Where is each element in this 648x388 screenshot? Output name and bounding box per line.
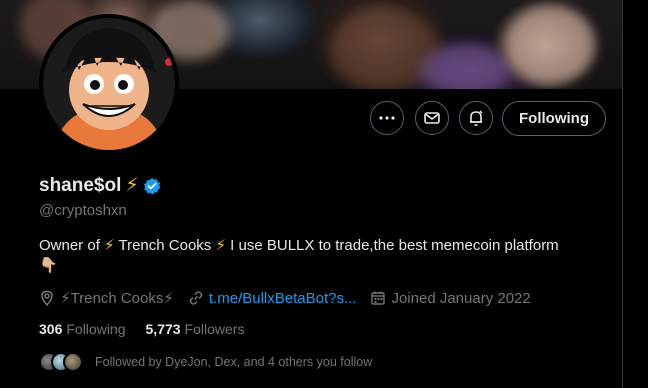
location-text: ⚡Trench Cooks⚡ (60, 290, 174, 307)
followers-label: Followers (184, 321, 245, 337)
followers-count: 5,773 (145, 321, 181, 337)
column-divider (622, 0, 623, 388)
avatar-image (43, 18, 175, 150)
location-icon (41, 290, 53, 306)
followed-by-text: Followed by DyeJon, Dex, and 4 others yo… (95, 355, 373, 369)
bio-emoji-pointing-down: 👇🏼 (39, 257, 58, 274)
profile-website[interactable]: t.me/BullxBetaBot?s... (188, 290, 357, 307)
name-emoji: ⚡ (125, 175, 139, 196)
mail-icon (424, 112, 440, 124)
bio-text: Owner of (39, 237, 105, 254)
link-icon (189, 291, 203, 305)
bio-text: I use BULLX to trade,the best memecoin p… (226, 237, 559, 254)
followers-count-link[interactable]: 5,773 Followers (146, 321, 245, 337)
verified-badge-icon (143, 177, 160, 194)
bio-emoji: ⚡ (104, 237, 115, 254)
message-button[interactable] (415, 101, 449, 135)
notifications-button[interactable] (459, 101, 493, 135)
banner-shape (420, 45, 510, 89)
followed-by[interactable]: Followed by DyeJon, Dex, and 4 others yo… (39, 352, 372, 372)
profile-name-row: shane$ol ⚡ (39, 174, 161, 197)
display-name: shane$ol (39, 174, 122, 196)
profile-joined: Joined January 2022 (370, 289, 531, 307)
following-count-link[interactable]: 306 Following (39, 321, 126, 337)
calendar-icon (371, 291, 386, 305)
profile-handle: @cryptoshxn (39, 202, 127, 219)
more-icon (379, 116, 395, 120)
following-label: Following (66, 321, 126, 337)
follower-avatar (63, 352, 83, 372)
bio-emoji: ⚡ (215, 237, 227, 254)
profile-location: ⚡Trench Cooks⚡ (39, 289, 174, 307)
profile-avatar[interactable] (39, 14, 179, 154)
following-button[interactable]: Following (502, 101, 606, 136)
notification-bell-icon (470, 110, 483, 126)
bio-text: Trench Cooks (114, 237, 216, 254)
profile-page: Following shane$ol ⚡ @cryptoshxn Owner o… (0, 0, 622, 388)
following-count: 306 (39, 321, 63, 337)
banner-shape (505, 5, 595, 85)
profile-bio: Owner of ⚡ Trench Cooks ⚡ I use BULLX to… (39, 236, 599, 276)
profile-meta: ⚡Trench Cooks⚡ t.me/BullxBetaBot?s... Jo… (39, 289, 545, 307)
joined-text: Joined January 2022 (391, 289, 531, 307)
website-link[interactable]: t.me/BullxBetaBot?s... (209, 290, 357, 307)
more-button[interactable] (370, 101, 404, 135)
profile-stats: 306 Following 5,773 Followers (39, 321, 264, 337)
